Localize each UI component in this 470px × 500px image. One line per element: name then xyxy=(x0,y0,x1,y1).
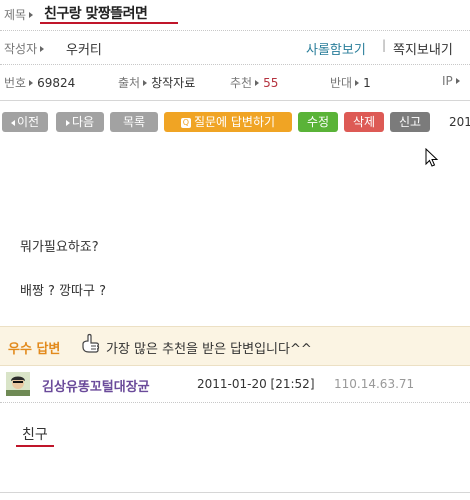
body-line: 뭐가필요하죠? xyxy=(20,240,99,255)
author-row: 작성자 우커티 사롤함보기 | 쪽지보내기 xyxy=(0,34,470,60)
title-label: 제목 xyxy=(4,6,37,23)
divider xyxy=(0,100,470,101)
edit-button[interactable]: 수정 xyxy=(298,112,338,132)
next-button[interactable]: 다음 xyxy=(56,112,104,132)
best-answer-description: 가장 많은 추천을 받은 답변입니다^^ xyxy=(106,342,312,357)
post-source: 출처 창작자료 xyxy=(118,76,196,90)
answer-question-button[interactable]: Q 질문에 답변하기 xyxy=(164,112,292,132)
body-line: 배짱 ? 깡따구 ? xyxy=(20,284,106,299)
answer-ip: 110.14.63.71 xyxy=(334,377,415,391)
button-bar: 이전 다음 목록 Q 질문에 답변하기 수정 삭제 신고 201 xyxy=(0,112,470,134)
arrow-icon xyxy=(455,78,460,84)
author-label: 작성자 xyxy=(4,40,48,57)
list-button[interactable]: 목록 xyxy=(110,112,158,132)
recommend-count: 추천 55 xyxy=(230,76,279,90)
divider xyxy=(0,402,470,403)
meta-row: 번호 69824 출처 창작자료 추천 55 반대 1 IP xyxy=(0,68,470,94)
user-avatar-icon[interactable] xyxy=(6,372,30,396)
answer-author[interactable]: 김상유똥꼬털대장균 xyxy=(42,376,150,395)
post-title: 친구랑 맞짱뜰려면 xyxy=(44,6,148,22)
divider xyxy=(0,64,470,65)
prev-button[interactable]: 이전 xyxy=(2,112,48,132)
divider xyxy=(0,492,470,493)
question-icon: Q xyxy=(180,117,191,128)
answer-underline xyxy=(16,445,54,447)
mouse-cursor-icon xyxy=(425,148,439,167)
post-body: 뭐가필요하죠? 배짱 ? 깡따구 ? xyxy=(20,226,106,314)
best-answer-label: 우수 답변 xyxy=(8,342,61,357)
answer-text: 친구 xyxy=(22,427,48,443)
next-arrow-icon xyxy=(65,119,70,126)
best-answer-bar: 우수 답변 가장 많은 추천을 받은 답변입니다^^ xyxy=(0,326,470,366)
sarang-link[interactable]: 사롤함보기 xyxy=(306,39,366,58)
thumb-pointer-icon xyxy=(82,333,100,353)
arrow-icon xyxy=(143,80,148,86)
divider xyxy=(0,30,470,31)
title-underline xyxy=(40,22,178,24)
ip-label: IP xyxy=(442,74,464,88)
arrow-icon xyxy=(255,80,260,86)
arrow-icon xyxy=(29,80,34,86)
post-number: 번호 69824 xyxy=(4,76,76,90)
report-button[interactable]: 신고 xyxy=(390,112,430,132)
answer-header: 김상유똥꼬털대장균 2011-01-20 [21:52] 110.14.63.7… xyxy=(0,368,470,398)
separator: | xyxy=(382,38,387,52)
arrow-icon xyxy=(29,12,34,18)
arrow-icon xyxy=(40,46,45,52)
delete-button[interactable]: 삭제 xyxy=(344,112,384,132)
title-row: 제목 친구랑 맞짱뜰려면 xyxy=(0,0,470,30)
oppose-count: 반대 1 xyxy=(330,76,371,90)
send-message-link[interactable]: 쪽지보내기 xyxy=(393,39,453,58)
author-name[interactable]: 우커티 xyxy=(66,39,102,58)
prev-arrow-icon xyxy=(10,119,15,126)
answer-date: 2011-01-20 [21:52] xyxy=(197,377,315,391)
post-date: 201 xyxy=(449,115,470,129)
arrow-icon xyxy=(355,80,360,86)
